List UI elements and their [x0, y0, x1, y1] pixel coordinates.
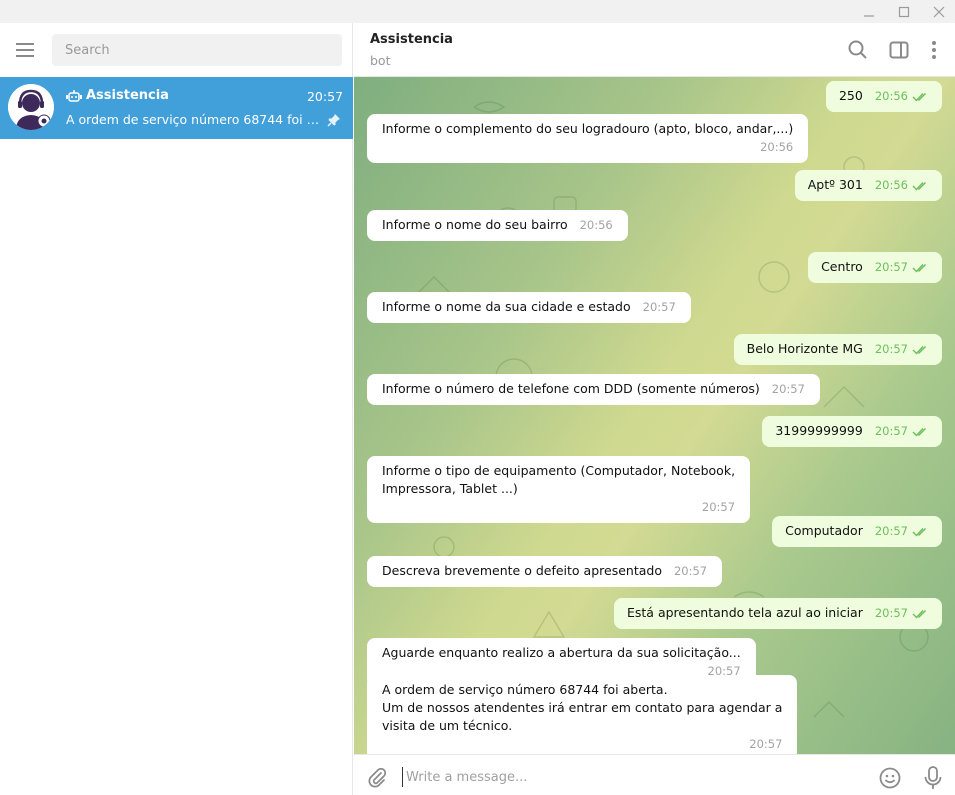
chat-preview: A ordem de serviço número 68744 foi ab..… [66, 112, 324, 127]
message-time: 20:57 [874, 424, 908, 438]
read-check-icon [912, 427, 926, 437]
chat-time: 20:57 [306, 89, 343, 104]
incoming-message[interactable]: Informe o nome da sua cidade e estado 20:… [367, 292, 691, 323]
message-text: Informe o número de telefone com DDD (so… [382, 381, 760, 396]
window-titlebar [0, 0, 955, 23]
chat-title[interactable]: Assistencia [370, 32, 453, 47]
search-input[interactable] [52, 34, 342, 66]
menu-icon[interactable] [12, 39, 38, 61]
microphone-icon[interactable] [922, 765, 944, 791]
incoming-message[interactable]: Informe o número de telefone com DDD (so… [367, 374, 820, 405]
message-time: 20:57 [701, 500, 736, 514]
message-text: Informe o complemento do seu logradouro … [382, 121, 794, 136]
chat-status: bot [370, 53, 391, 68]
message-list[interactable]: 250 20:56 Informe o complemento do seu log… [354, 77, 955, 754]
message-time: 20:56 [760, 140, 794, 154]
search-icon[interactable] [846, 38, 870, 62]
outgoing-message[interactable]: Belo Horizonte MG 20:57 [733, 334, 942, 365]
chat-list-panel: Assistencia 20:57 A ordem de serviço núm… [0, 23, 353, 795]
message-text: Aguarde enquanto realizo a abertura da s… [382, 645, 741, 660]
message-text: Belo Horizonte MG [746, 341, 863, 356]
read-check-icon [912, 181, 926, 191]
incoming-message[interactable]: A ordem de serviço número 68744 foi aber… [367, 675, 798, 754]
outgoing-message[interactable]: Computador 20:57 [772, 516, 942, 547]
message-text: A ordem de serviço número 68744 foi aber… [382, 682, 783, 733]
message-text: 250 [838, 88, 863, 103]
incoming-message[interactable]: Informe o nome do seu bairro 20:56 [367, 210, 628, 241]
message-text: Centro [821, 259, 863, 274]
outgoing-message[interactable]: Centro 20:57 [808, 252, 942, 283]
message-text: Descreva brevemente o defeito apresentad… [382, 563, 662, 578]
message-input[interactable] [402, 767, 862, 787]
read-check-icon [912, 92, 926, 102]
outgoing-message[interactable]: 31999999999 20:57 [762, 416, 942, 447]
message-time: 20:57 [874, 606, 908, 620]
attach-icon[interactable] [366, 766, 388, 788]
message-text: Está apresentando tela azul ao iniciar [627, 605, 863, 620]
close-icon[interactable] [921, 0, 955, 23]
message-time: 20:57 [771, 382, 805, 396]
message-text: Informe o nome da sua cidade e estado [382, 299, 631, 314]
message-composer [354, 754, 955, 795]
chat-list-item[interactable]: Assistencia 20:57 A ordem de serviço núm… [0, 77, 353, 139]
outgoing-message[interactable]: Está apresentando tela azul ao iniciar 20… [614, 598, 942, 629]
bot-icon [66, 90, 82, 102]
message-text: 31999999999 [775, 423, 863, 438]
chat-header: Assistencia bot [354, 23, 955, 77]
message-time: 20:57 [642, 300, 676, 314]
incoming-message[interactable]: Informe o complemento do seu logradouro … [367, 114, 809, 163]
chat-name: Assistencia [86, 88, 169, 103]
message-time: 20:56 [874, 89, 908, 103]
message-text: Informe o tipo de equipamento (Computado… [382, 463, 736, 496]
outgoing-message[interactable]: Aptº 301 20:56 [794, 170, 942, 201]
message-text: Informe o nome do seu bairro [382, 217, 568, 232]
message-time: 20:57 [874, 260, 908, 274]
minimize-icon[interactable] [851, 0, 887, 23]
more-icon[interactable] [922, 38, 946, 62]
outgoing-message[interactable]: 250 20:56 [825, 81, 942, 112]
incoming-message[interactable]: Informe o tipo de equipamento (Computado… [367, 456, 751, 523]
read-check-icon [912, 609, 926, 619]
emoji-icon[interactable] [878, 766, 902, 790]
message-text: Computador [785, 523, 863, 538]
message-time: 20:57 [874, 342, 908, 356]
message-time: 20:57 [673, 564, 708, 578]
sidebar-toggle-icon[interactable] [887, 38, 911, 62]
incoming-message[interactable]: Descreva brevemente o defeito apresentad… [367, 556, 723, 587]
read-check-icon [912, 345, 926, 355]
message-time: 20:57 [749, 737, 783, 751]
pin-icon [327, 114, 340, 127]
maximize-icon[interactable] [886, 0, 922, 23]
read-check-icon [912, 263, 926, 273]
avatar [8, 84, 54, 130]
message-time: 20:57 [874, 524, 908, 538]
message-time: 20:56 [579, 218, 613, 232]
read-check-icon [912, 527, 926, 537]
message-time: 20:56 [874, 178, 908, 192]
message-text: Aptº 301 [807, 177, 863, 192]
